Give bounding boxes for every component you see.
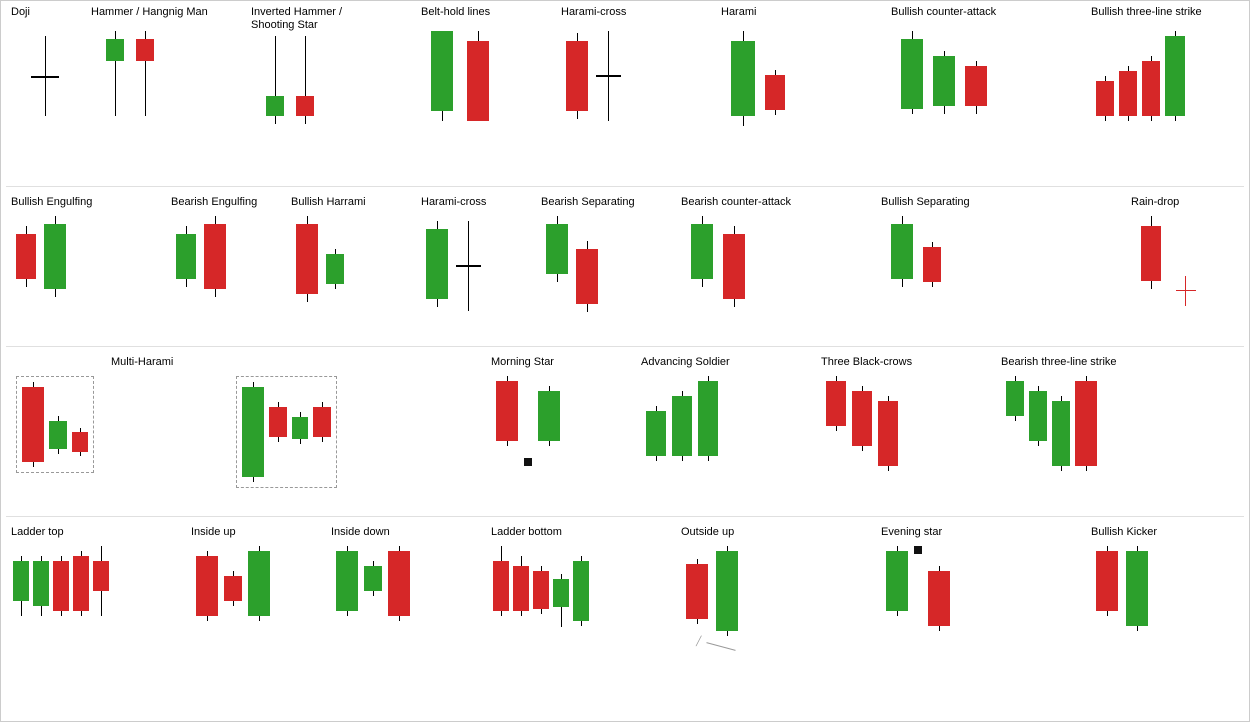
label-ladder-top: Ladder top: [11, 526, 64, 538]
pattern-bearish-three-line-strike: Bearish three-line strike: [1001, 356, 1241, 511]
pattern-inside-down: Inside down: [331, 526, 486, 716]
label-evening-star: Evening star: [881, 526, 942, 538]
pattern-harami-cross-2: Harami-cross: [421, 196, 541, 346]
pattern-belt-hold: Belt-hold lines: [421, 6, 561, 186]
pattern-morning-star: Morning Star: [491, 356, 641, 511]
label-doji: Doji: [11, 6, 30, 18]
label-bullish-engulfing: Bullish Engulfing: [11, 196, 92, 208]
label-bullish-counter-attack: Bullish counter-attack: [891, 6, 996, 18]
pattern-ladder-bottom: Ladder bottom: [491, 526, 676, 716]
label-bearish-separating: Bearish Separating: [541, 196, 635, 208]
label-bullish-kicker: Bullish Kicker: [1091, 526, 1157, 538]
pattern-doji: Doji: [11, 6, 91, 186]
pattern-three-black-crows: Three Black-crows: [821, 356, 1001, 511]
label-multi-harami: Multi-Harami: [111, 356, 173, 368]
label-advancing-soldier: Advancing Soldier: [641, 356, 730, 368]
pattern-bearish-separating: Bearish Separating: [541, 196, 681, 346]
label-shooting-star: Shooting Star: [251, 19, 318, 31]
label-bearish-three-line-strike: Bearish three-line strike: [1001, 356, 1117, 368]
divider-1: [6, 186, 1244, 187]
label-bearish-engulfing: Bearish Engulfing: [171, 196, 257, 208]
pattern-bullish-three-line-strike: Bullish three-line strike: [1091, 6, 1250, 186]
label-bullish-harrami: Bullish Harrami: [291, 196, 366, 208]
pattern-bullish-kicker: Bullish Kicker: [1091, 526, 1246, 716]
pattern-multi-harami: Multi-Harami: [11, 356, 471, 511]
divider-2: [6, 346, 1244, 347]
pattern-bearish-engulfing: Bearish Engulfing: [171, 196, 291, 346]
label-bullish-three-line-strike: Bullish three-line strike: [1091, 6, 1202, 18]
pattern-bullish-counter-attack: Bullish counter-attack: [891, 6, 1081, 186]
label-inside-up: Inside up: [191, 526, 236, 538]
label-bullish-separating: Bullish Separating: [881, 196, 970, 208]
label-hammer: Hammer / Hangnig Man: [91, 6, 208, 18]
pattern-harami: Harami: [721, 6, 881, 186]
page-container: Doji Hammer / Hangnig Man Invert: [0, 0, 1250, 722]
label-rain-drop: Rain-drop: [1131, 196, 1179, 208]
pattern-advancing-soldier: Advancing Soldier: [641, 356, 821, 511]
pattern-evening-star: Evening star: [881, 526, 1086, 716]
pattern-inverted-hammer: Inverted Hammer / Shooting Star: [251, 6, 411, 186]
pattern-bearish-counter-attack: Bearish counter-attack: [681, 196, 871, 346]
label-harami-cross-1: Harami-cross: [561, 6, 626, 18]
pattern-hammer-hanging-man: Hammer / Hangnig Man: [91, 6, 251, 186]
pattern-ladder-top: Ladder top: [11, 526, 186, 716]
label-belt-hold: Belt-hold lines: [421, 6, 490, 18]
pattern-rain-drop: Rain-drop: [1131, 196, 1241, 346]
label-harami: Harami: [721, 6, 756, 18]
label-three-black-crows: Three Black-crows: [821, 356, 912, 368]
pattern-inside-up: Inside up: [191, 526, 331, 716]
label-inside-down: Inside down: [331, 526, 390, 538]
pattern-bullish-engulfing: Bullish Engulfing: [11, 196, 166, 346]
label-bearish-counter-attack: Bearish counter-attack: [681, 196, 791, 208]
pattern-bullish-separating: Bullish Separating: [881, 196, 1111, 346]
divider-3: [6, 516, 1244, 517]
label-outside-up: Outside up: [681, 526, 734, 538]
label-inverted-hammer: Inverted Hammer /: [251, 6, 342, 18]
pattern-harami-cross-1: Harami-cross: [561, 6, 691, 186]
pattern-outside-up: Outside up ╱: [681, 526, 876, 716]
label-harami-cross-2: Harami-cross: [421, 196, 486, 208]
label-ladder-bottom: Ladder bottom: [491, 526, 562, 538]
pattern-bullish-harrami: Bullish Harrami: [291, 196, 421, 346]
label-morning-star: Morning Star: [491, 356, 554, 368]
